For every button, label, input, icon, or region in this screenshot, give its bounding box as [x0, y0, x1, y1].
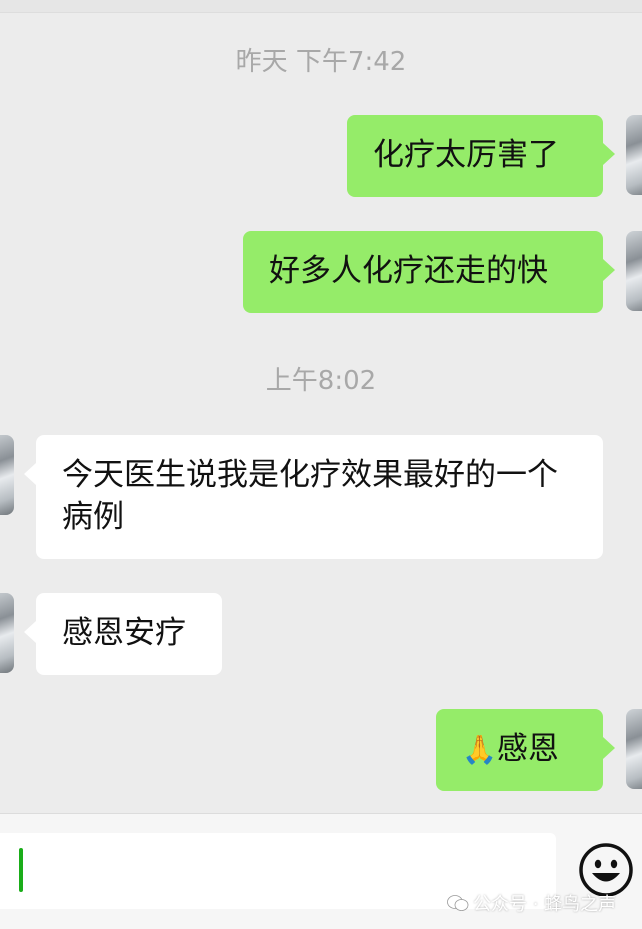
text-caret	[19, 848, 23, 892]
message-text: 化疗太厉害了	[373, 137, 559, 173]
user-avatar[interactable]	[626, 709, 642, 789]
message-text: 感恩	[496, 731, 559, 767]
contact-avatar[interactable]	[0, 593, 14, 673]
wechat-official-account-icon	[447, 894, 469, 917]
message-text: 感恩安疗	[62, 615, 186, 651]
message-text: 好多人化疗还走的快	[269, 253, 548, 289]
message-bubble-sent[interactable]: 化疗太厉害了	[347, 115, 615, 197]
message-bubble-sent[interactable]: 好多人化疗还走的快	[243, 231, 615, 313]
message-bubble-sent[interactable]: 🙏感恩	[436, 709, 615, 791]
watermark: 公众号 · 蜂鸟之声	[447, 890, 616, 917]
message-text: 今天医生说我是化疗效果最好的一个病例	[62, 457, 558, 535]
message-bubble-received[interactable]: 今天医生说我是化疗效果最好的一个病例	[24, 435, 603, 559]
timestamp: 上午8:02	[265, 366, 377, 396]
praying-hands-emoji: 🙏	[462, 733, 497, 766]
message-bubble-received[interactable]: 感恩安疗	[24, 593, 222, 675]
user-avatar[interactable]	[626, 115, 642, 195]
watermark-text: 公众号 · 蜂鸟之声	[473, 894, 617, 915]
user-avatar[interactable]	[626, 231, 642, 311]
contact-avatar[interactable]	[0, 435, 14, 515]
top-divider	[0, 0, 642, 13]
timestamp: 昨天 下午7:42	[235, 47, 407, 77]
